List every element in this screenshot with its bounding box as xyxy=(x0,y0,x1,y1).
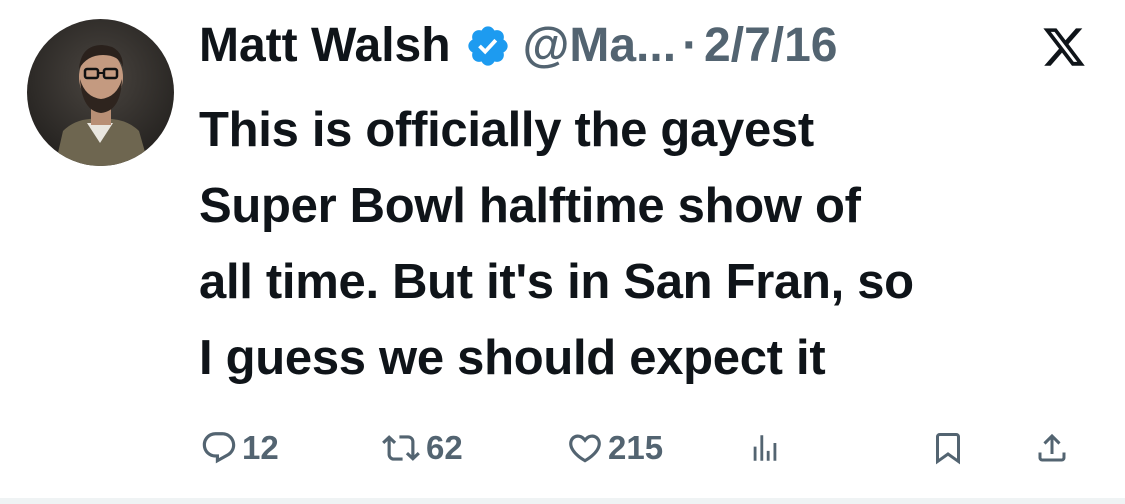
avatar[interactable] xyxy=(27,19,174,166)
repost-count: 62 xyxy=(426,429,463,466)
like-count: 215 xyxy=(608,429,664,466)
tweet-date[interactable]: 2/7/16 xyxy=(704,14,837,78)
like-button[interactable]: 215 xyxy=(566,420,663,476)
separator-dot: · xyxy=(682,19,699,72)
action-bar: 12 62 215 xyxy=(200,420,1090,476)
repost-button[interactable]: 62 xyxy=(380,420,463,476)
share-icon xyxy=(1034,429,1070,467)
divider xyxy=(0,498,1125,504)
like-icon xyxy=(566,429,604,467)
author-handle[interactable]: @Ma... xyxy=(523,14,677,78)
tweet-header: Matt Walsh @Ma... · 2/7/16 xyxy=(199,14,838,78)
verified-badge-icon xyxy=(465,23,511,69)
author-name[interactable]: Matt Walsh xyxy=(199,14,451,78)
tweet-text: This is officially the gayest Super Bowl… xyxy=(199,103,914,385)
reply-count: 12 xyxy=(242,429,279,466)
tweet-card: Matt Walsh @Ma... · 2/7/16 This is offic… xyxy=(0,0,1125,504)
x-logo-icon[interactable] xyxy=(1040,24,1088,70)
avatar-image xyxy=(27,19,174,166)
bookmark-button[interactable] xyxy=(930,420,966,476)
repost-icon xyxy=(380,429,422,467)
bookmark-icon xyxy=(930,429,966,467)
reply-icon xyxy=(200,429,238,467)
views-icon xyxy=(748,429,782,467)
share-button[interactable] xyxy=(1034,420,1070,476)
views-button[interactable] xyxy=(748,420,782,476)
reply-button[interactable]: 12 xyxy=(200,420,279,476)
